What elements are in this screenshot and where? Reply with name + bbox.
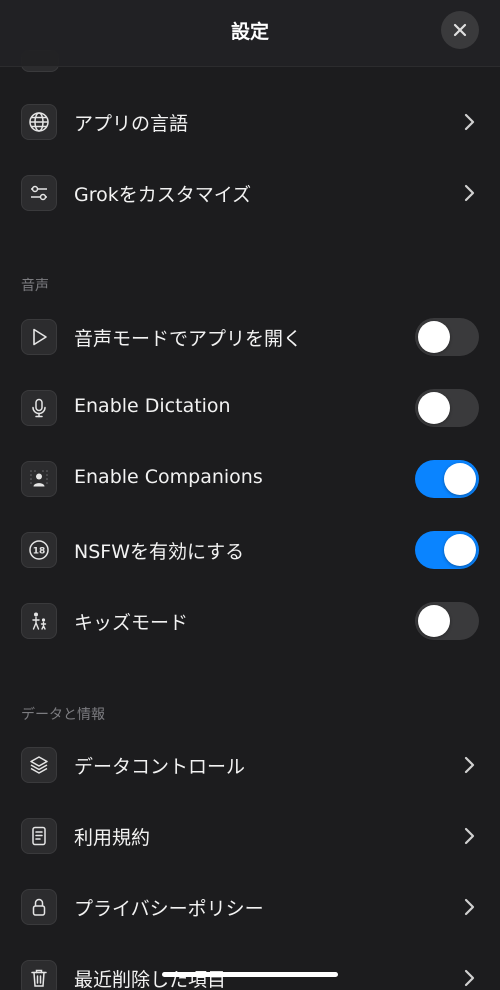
chevron-right-icon [464,113,475,131]
data-section-header: データと情報 [21,707,105,723]
toggle-knob [418,605,450,637]
enable-companions-toggle[interactable] [415,460,479,498]
enable-companions-label: Enable Companions [74,466,263,488]
open-in-voice-mode-toggle[interactable] [415,318,479,356]
home-indicator [162,972,338,977]
page-title: 設定 [230,21,269,43]
chevron-right-icon [464,969,475,987]
sliders-icon [21,175,57,211]
close-button[interactable] [441,11,479,49]
document-icon [21,818,57,854]
microphone-icon [21,390,57,426]
voice-section-header: 音声 [21,278,49,294]
layers-icon [21,747,57,783]
recently-deleted-row[interactable]: 最近削除した項目 [0,950,500,990]
toggle-knob [418,321,450,353]
terms-of-service-label: 利用規約 [74,827,151,849]
data-controls-label: データコントロール [74,756,246,778]
customize-grok-label: Grokをカスタマイズ [74,184,252,206]
chevron-right-icon [464,827,475,845]
open-in-voice-mode-label: 音声モードでアプリを開く [74,328,303,350]
settings-header: 設定 [0,0,500,67]
parent-child-icon [21,603,57,639]
customize-grok-row[interactable]: Grokをカスタマイズ [0,165,500,221]
trash-icon [21,960,57,990]
enable-companions-row: Enable Companions [0,451,500,507]
settings-scroll-area[interactable]: アプリの言語 Grokをカスタマイズ 音声 音声モードでアプリを開く Enabl… [0,0,500,990]
lock-icon [21,889,57,925]
play-icon [21,319,57,355]
privacy-policy-label: プライバシーポリシー [74,898,264,920]
enable-dictation-label: Enable Dictation [74,395,231,417]
terms-of-service-row[interactable]: 利用規約 [0,808,500,864]
svg-text:18: 18 [33,547,46,557]
globe-icon [21,104,57,140]
chevron-right-icon [464,756,475,774]
data-controls-row[interactable]: データコントロール [0,737,500,793]
enable-dictation-row: Enable Dictation [0,380,500,436]
app-language-row[interactable]: アプリの言語 [0,94,500,150]
toggle-knob [444,534,476,566]
kids-mode-toggle[interactable] [415,602,479,640]
toggle-knob [444,463,476,495]
chevron-right-icon [464,184,475,202]
kids-mode-label: キッズモード [74,612,189,634]
app-language-label: アプリの言語 [74,113,189,135]
enable-nsfw-label: NSFWを有効にする [74,541,245,563]
kids-mode-row: キッズモード [0,593,500,649]
age-18-icon: 18 [21,532,57,568]
enable-nsfw-toggle[interactable] [415,531,479,569]
privacy-policy-row[interactable]: プライバシーポリシー [0,879,500,935]
companion-person-icon [21,461,57,497]
enable-dictation-toggle[interactable] [415,389,479,427]
open-in-voice-mode-row: 音声モードでアプリを開く [0,309,500,365]
recently-deleted-label: 最近削除した項目 [74,969,227,990]
enable-nsfw-row: 18 NSFWを有効にする [0,522,500,578]
close-icon [453,23,467,37]
chevron-right-icon [464,898,475,916]
toggle-knob [418,392,450,424]
